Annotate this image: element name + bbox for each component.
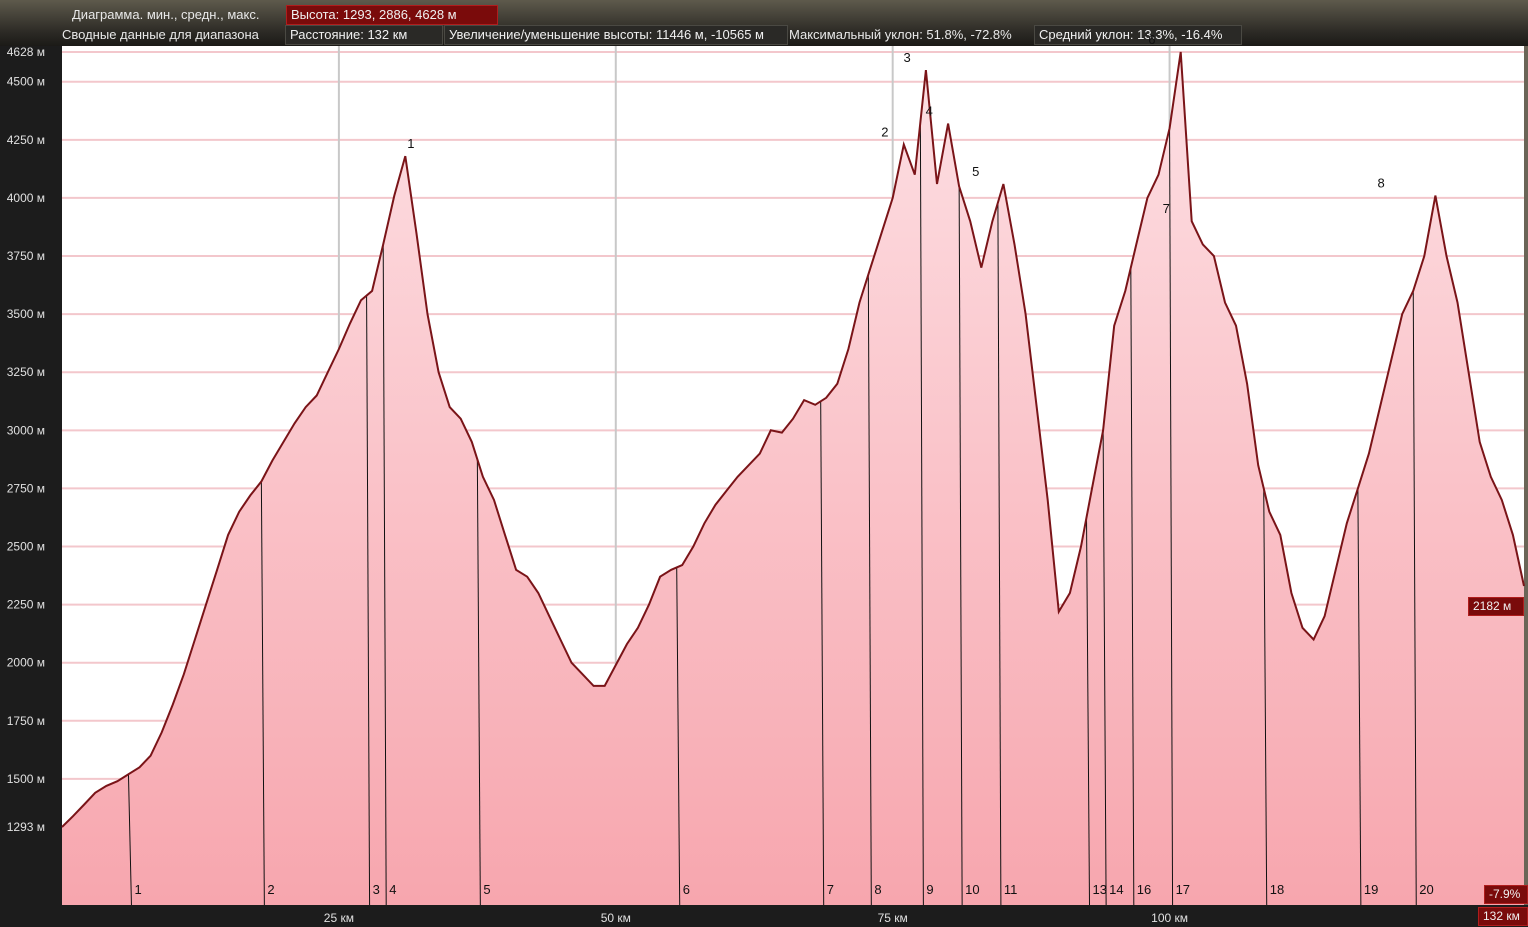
marker-line-label: 14 <box>1109 882 1123 897</box>
marker-line-label: 7 <box>827 882 834 897</box>
marker-line-label: 18 <box>1270 882 1284 897</box>
cursor-elevation-label: 2182 м <box>1468 597 1524 616</box>
waypoint-label: 4 <box>926 104 933 119</box>
y-tick-label: 3000 м <box>7 423 45 437</box>
y-tick-label: 3250 м <box>7 365 45 379</box>
marker-line-label: 9 <box>926 882 933 897</box>
waypoint-label: 5 <box>972 164 979 179</box>
y-tick-label: 1500 м <box>7 772 45 786</box>
waypoint-label: 3 <box>903 50 910 65</box>
y-tick-label: 2500 м <box>7 540 45 554</box>
y-tick-label: 2750 м <box>7 481 45 495</box>
waypoint-label: 6 <box>1148 32 1155 47</box>
x-tick-label: 50 км <box>601 911 631 925</box>
y-tick-label: 2000 м <box>7 656 45 670</box>
waypoint-label: 1 <box>407 136 414 151</box>
marker-line-label: 5 <box>483 882 490 897</box>
y-tick-label: 3750 м <box>7 249 45 263</box>
marker-line-label: 10 <box>965 882 979 897</box>
marker-line-label: 20 <box>1419 882 1433 897</box>
waypoint-label: 7 <box>1163 201 1170 216</box>
cursor-slope-label: -7.9% <box>1484 885 1528 904</box>
y-tick-label: 3500 м <box>7 307 45 321</box>
marker-line-label: 8 <box>874 882 881 897</box>
waypoint-label: 2 <box>881 124 888 139</box>
marker-line-label: 17 <box>1176 882 1190 897</box>
y-tick-label: 2250 м <box>7 598 45 612</box>
y-tick-label: 1750 м <box>7 714 45 728</box>
y-tick-label: 1293 м <box>7 820 45 834</box>
marker-line-label: 16 <box>1137 882 1151 897</box>
marker-line-label: 19 <box>1364 882 1378 897</box>
x-tick-label: 75 км <box>878 911 908 925</box>
marker-line-label: 11 <box>1004 882 1018 897</box>
cursor-distance-label: 132 км <box>1478 907 1528 926</box>
y-tick-label: 4500 м <box>7 75 45 89</box>
y-tick-label: 4250 м <box>7 133 45 147</box>
marker-line-label: 2 <box>267 882 274 897</box>
marker-line-label: 3 <box>373 882 380 897</box>
elevation-profile-chart[interactable]: 1 2 3 4 5 6 7 8 9 10 11 13 14 16 17 18 19 20 4628 м4500 м… <box>0 0 1528 927</box>
waypoint-label: 8 <box>1378 176 1385 191</box>
y-tick-label: 4000 м <box>7 191 45 205</box>
x-tick-label: 100 км <box>1151 911 1188 925</box>
x-tick-label: 25 км <box>324 911 354 925</box>
marker-line-label: 1 <box>134 882 141 897</box>
y-tick-label: 4628 м <box>7 45 45 59</box>
marker-line-label: 13 <box>1093 882 1107 897</box>
marker-line-label: 6 <box>683 882 690 897</box>
marker-line-label: 4 <box>389 882 396 897</box>
